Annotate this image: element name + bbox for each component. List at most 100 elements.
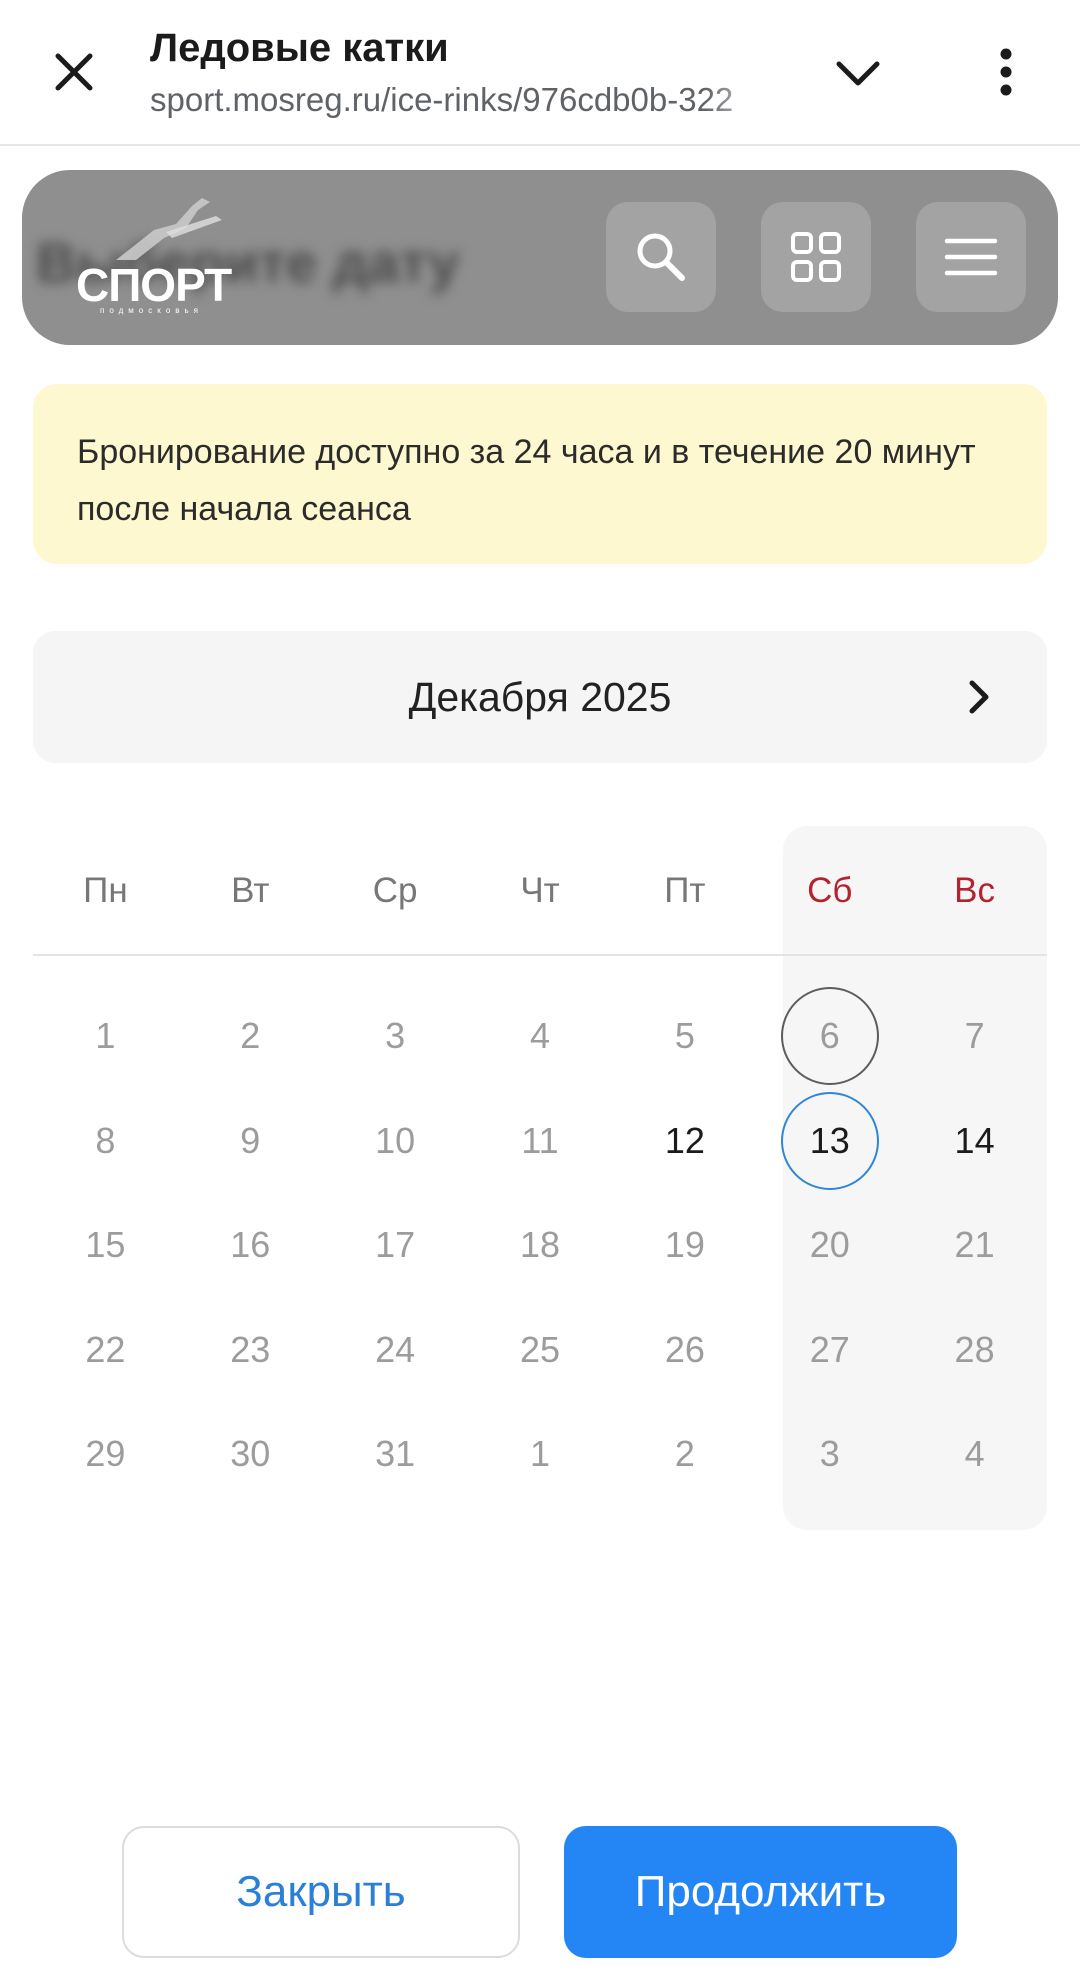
close-button[interactable]: Закрыть [122, 1826, 520, 1958]
calendar-day-number: 31 [375, 1433, 416, 1475]
calendar-day: 27 [757, 1298, 902, 1403]
calendar-day: 1 [468, 1402, 613, 1507]
main-menu-button[interactable] [916, 202, 1026, 312]
calendar-grid: Пн Вт Ср Чт Пт Сб Вс 1 2 3 4 5 6 7 8 9 10 11 12 13 14 15 16 17… [33, 826, 1047, 1507]
calendar-day-selected[interactable]: 13 [757, 1089, 902, 1194]
calendar-day-number: 10 [375, 1119, 416, 1161]
calendar-day-today: 6 [757, 984, 902, 1089]
logo-subtext: подмосковья [100, 306, 204, 315]
calendar-day: 30 [178, 1402, 323, 1507]
calendar-day: 24 [323, 1298, 468, 1403]
logo-text: СПОРТ [76, 259, 232, 311]
browser-toolbar: Ледовые катки sport.mosreg.ru/ice-rinks/… [0, 0, 1080, 146]
calendar-day: 10 [323, 1089, 468, 1194]
hamburger-menu-icon [944, 238, 998, 276]
weekday-label: Пн [83, 871, 128, 910]
calendar-day-number: 7 [964, 1015, 985, 1057]
calendar-day-number: 9 [240, 1119, 261, 1161]
calendar-day-number: 2 [674, 1433, 695, 1475]
calendar-day: 28 [902, 1298, 1047, 1403]
calendar-day: 2 [178, 984, 323, 1089]
chevron-right-icon [969, 680, 989, 714]
calendar-week: 1 2 3 4 5 6 7 [33, 984, 1047, 1089]
calendar-day-number: 12 [664, 1119, 705, 1161]
calendar-day-number: 23 [230, 1328, 271, 1370]
calendar-day: 8 [33, 1089, 178, 1194]
browser-titles: Ледовые катки sport.mosreg.ru/ice-rinks/… [150, 24, 780, 124]
weekday-label: Пт [664, 871, 706, 910]
more-vert-icon[interactable] [976, 40, 1036, 104]
calendar-week: 29 30 31 1 2 3 4 [33, 1402, 1047, 1507]
booking-notice: Бронирование доступно за 24 часа и в теч… [33, 384, 1047, 564]
calendar-day: 21 [902, 1193, 1047, 1298]
calendar-day: 9 [178, 1089, 323, 1194]
calendar-day: 11 [468, 1089, 613, 1194]
calendar-day-number: 26 [664, 1328, 705, 1370]
month-switcher: Декабря 2025 [33, 631, 1047, 763]
calendar-day: 17 [323, 1193, 468, 1298]
calendar-day: 3 [323, 984, 468, 1089]
weekday-label: Вт [231, 871, 270, 910]
continue-button[interactable]: Продолжить [564, 1826, 957, 1958]
calendar-day: 16 [178, 1193, 323, 1298]
month-label: Декабря 2025 [408, 674, 672, 720]
calendar-day: 4 [468, 984, 613, 1089]
calendar-week: 8 9 10 11 12 13 14 [33, 1089, 1047, 1194]
calendar-day: 20 [757, 1193, 902, 1298]
calendar-day-number: 1 [95, 1015, 116, 1057]
calendar-day-number: 15 [85, 1224, 126, 1266]
calendar-day-number: 13 [780, 1091, 879, 1190]
weekday-label: Чт [520, 871, 560, 910]
calendar-day: 5 [612, 984, 757, 1089]
calendar-day: 3 [757, 1402, 902, 1507]
calendar-day: 1 [33, 984, 178, 1089]
close-icon[interactable] [46, 44, 102, 100]
search-icon [637, 233, 685, 281]
calendar-day-number: 19 [664, 1224, 705, 1266]
search-button[interactable] [606, 202, 716, 312]
chevron-down-icon[interactable] [828, 44, 888, 104]
calendar-day-number: 21 [954, 1224, 995, 1266]
calendar-day-number: 16 [230, 1224, 271, 1266]
calendar-day-number: 14 [954, 1119, 995, 1161]
calendar-day: 31 [323, 1402, 468, 1507]
calendar-day-number: 30 [230, 1433, 271, 1475]
calendar-day: 25 [468, 1298, 613, 1403]
site-header: Выберите дату СПОРТ подмосковья [22, 170, 1058, 345]
weekday-label: Вс [954, 871, 996, 910]
calendar-day-number: 3 [385, 1015, 406, 1057]
calendar-day: 15 [33, 1193, 178, 1298]
calendar-day-number: 4 [529, 1015, 551, 1057]
next-month-button[interactable] [951, 669, 1007, 725]
calendar-day-number: 11 [521, 1119, 559, 1161]
calendar-days: 1 2 3 4 5 6 7 8 9 10 11 12 13 14 15 16 17 18 19 20 21 22 23 24 2… [33, 956, 1047, 1507]
site-logo[interactable]: СПОРТ подмосковья [76, 194, 276, 315]
weekday-label: Ср [372, 871, 418, 910]
calendar-day-number: 24 [375, 1328, 416, 1370]
calendar-day-number: 8 [95, 1119, 116, 1161]
calendar-day-number: 5 [674, 1015, 695, 1057]
calendar-day: 4 [902, 1402, 1047, 1507]
calendar-day: 23 [178, 1298, 323, 1403]
calendar-day-number: 27 [809, 1328, 850, 1370]
grid-icon [791, 232, 841, 282]
calendar-day-number: 18 [519, 1224, 561, 1266]
calendar-day: 29 [33, 1402, 178, 1507]
services-grid-button[interactable] [761, 202, 871, 312]
calendar-day: 2 [612, 1402, 757, 1507]
page-url[interactable]: sport.mosreg.ru/ice-rinks/976cdb0b-322 [150, 76, 780, 124]
calendar-week: 15 16 17 18 19 20 21 [33, 1193, 1047, 1298]
calendar-day: 22 [33, 1298, 178, 1403]
calendar-day-number: 17 [375, 1224, 416, 1266]
page-title: Ледовые катки [150, 26, 449, 70]
calendar-day: 26 [612, 1298, 757, 1403]
calendar-day[interactable]: 14 [902, 1089, 1047, 1194]
calendar-day-number: 22 [85, 1328, 126, 1370]
calendar-day-number: 4 [964, 1433, 985, 1475]
weekday-header: Пн Вт Ср Чт Пт Сб Вс [33, 826, 1047, 956]
calendar-day: 7 [902, 984, 1047, 1089]
calendar-day: 18 [468, 1193, 613, 1298]
calendar-day-number: 29 [85, 1433, 126, 1475]
calendar-day[interactable]: 12 [612, 1089, 757, 1194]
booking-notice-text: Бронирование доступно за 24 часа и в теч… [77, 433, 976, 528]
